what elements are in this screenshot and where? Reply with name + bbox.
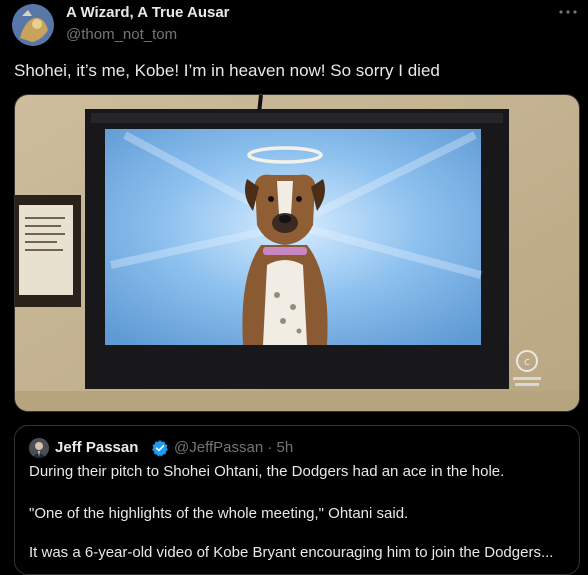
quoted-text-line-1: During their pitch to Shohei Ohtani, the… <box>29 463 505 480</box>
tweet-text: Shohei, it’s me, Kobe! I’m in heaven now… <box>14 61 440 80</box>
verified-badge-icon <box>151 439 169 457</box>
tv-photo: c <box>15 95 579 411</box>
author-display-name[interactable]: A Wizard, A True Ausar <box>66 4 230 21</box>
quoted-text-line-3: It was a 6-year-old video of Kobe Bryant… <box>29 544 554 561</box>
more-options-button[interactable] <box>556 4 580 20</box>
quoted-author-name[interactable]: Jeff Passan <box>55 439 138 456</box>
tweet-media-image[interactable]: c <box>14 94 580 412</box>
tweet[interactable]: A Wizard, A True Ausar @thom_not_tom Sho… <box>0 0 588 575</box>
quoted-author-meta[interactable]: @JeffPassan · 5h <box>174 439 293 456</box>
author-avatar[interactable] <box>12 4 54 46</box>
quoted-author-avatar[interactable] <box>29 438 49 458</box>
svg-text:c: c <box>524 355 530 368</box>
quoted-text-line-2: "One of the highlights of the whole meet… <box>29 505 409 522</box>
quoted-tweet[interactable]: Jeff Passan @JeffPassan · 5h During thei… <box>14 425 580 575</box>
ellipsis-icon <box>559 10 577 14</box>
author-handle[interactable]: @thom_not_tom <box>66 26 177 43</box>
